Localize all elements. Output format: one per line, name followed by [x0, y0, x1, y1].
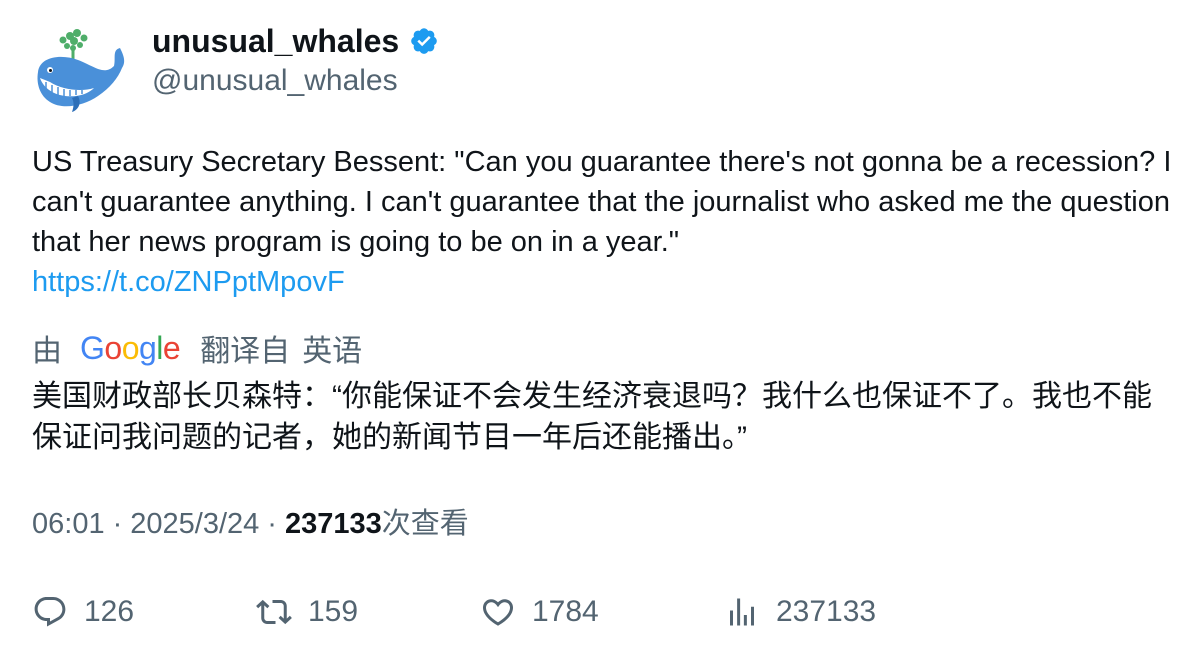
like-count: 1784	[532, 595, 599, 628]
retweet-count: 159	[308, 595, 359, 628]
google-logo: Google	[80, 329, 181, 366]
action-bar: 126 159 1784 237133	[32, 590, 876, 634]
reply-button[interactable]: 126	[32, 594, 256, 630]
translated-from-label: 翻译自	[200, 335, 291, 368]
meta-separator: ·	[267, 508, 277, 540]
tweet-date[interactable]: 2025/3/24	[130, 504, 259, 544]
retweet-button[interactable]: 159	[256, 594, 480, 630]
author-name-text[interactable]: unusual_whales	[152, 22, 399, 60]
reply-count: 126	[84, 595, 135, 628]
translation-header: 由 Google 翻译自 英语	[32, 326, 362, 370]
tweet-link[interactable]: https://t.co/ZNPptMpovF	[32, 262, 1172, 302]
author-handle[interactable]: @unusual_whales	[152, 63, 398, 99]
views-label: 次查看	[381, 508, 469, 540]
like-button[interactable]: 1784	[480, 594, 724, 630]
views-action-count: 237133	[776, 595, 877, 628]
translated-by-label: 由	[32, 335, 62, 368]
verified-badge-icon	[411, 28, 437, 54]
tweet-body: US Treasury Secretary Bessent: "Can you …	[32, 142, 1172, 302]
heart-icon	[482, 599, 514, 626]
tweet-time[interactable]: 06:01	[32, 504, 105, 544]
tweet-text: US Treasury Secretary Bessent: "Can you …	[32, 146, 1172, 258]
source-language: 英语	[302, 335, 363, 368]
retweet-icon	[256, 599, 292, 625]
bar-chart-icon	[730, 598, 754, 626]
whale-avatar-icon	[37, 29, 125, 112]
avatar[interactable]	[32, 26, 128, 116]
translated-text: 美国财政部长贝森特：“你能保证不会发生经济衰退吗？我什么也保证不了。我也不能保证…	[32, 380, 1152, 454]
views-button[interactable]: 237133	[724, 594, 876, 630]
meta-separator: ·	[112, 508, 123, 540]
tweet-meta: 06:01 · 2025/3/24 · 237133 次查看	[32, 504, 469, 544]
author-display-name[interactable]: unusual_whales	[152, 22, 439, 60]
views-count: 237133	[284, 508, 382, 540]
reply-icon	[34, 597, 66, 627]
